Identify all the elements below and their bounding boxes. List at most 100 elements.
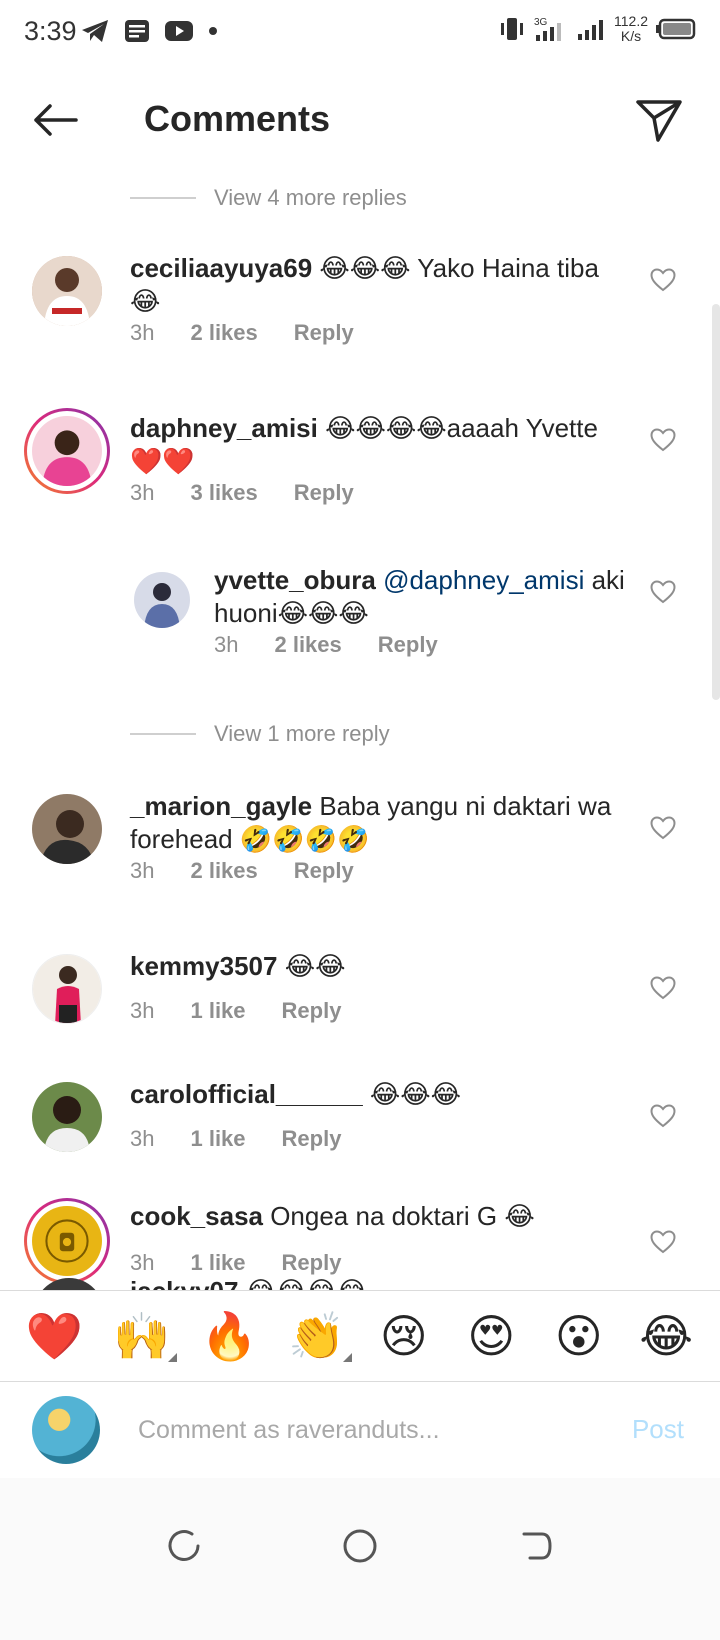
status-left-icons — [80, 18, 218, 44]
comment-item: _marion_gayle Baba yangu ni daktari wa f… — [0, 780, 720, 900]
telegram-icon — [82, 20, 108, 42]
emoji-heart-eyes[interactable]: 😍 — [463, 1309, 519, 1363]
comment-meta: 3h 1 like Reply — [130, 998, 341, 1024]
comment-text: carolofficial______ 😂😂😂 — [130, 1078, 610, 1111]
battery-icon — [656, 18, 696, 40]
avatar[interactable] — [32, 1082, 102, 1152]
avatar-image — [33, 955, 101, 1023]
comment-likes[interactable]: 1 like — [190, 998, 245, 1024]
comment-username[interactable]: ceciliaayuya69 — [130, 253, 312, 283]
avatar[interactable] — [134, 572, 190, 628]
youtube-icon — [165, 21, 193, 41]
skin-tone-indicator — [343, 1352, 353, 1362]
comment-likes[interactable]: 3 likes — [190, 480, 257, 506]
heart-icon[interactable] — [650, 976, 676, 1000]
avatar-image — [134, 572, 190, 628]
comment-composer: Post — [0, 1382, 720, 1478]
comment-meta: 3h 2 likes Reply — [130, 858, 354, 884]
reply-button[interactable]: Reply — [282, 1126, 342, 1152]
comment-username[interactable]: kemmy3507 — [130, 951, 277, 981]
comment-text: kemmy3507 😂😂 — [130, 950, 610, 983]
comment-text: ceciliaayuya69 😂😂😂 Yako Haina tiba😂 — [130, 252, 620, 318]
avatar[interactable] — [24, 408, 110, 494]
heart-icon[interactable] — [650, 1104, 676, 1128]
comment-time: 3h — [130, 480, 155, 505]
clipped-comment: jackyy07 😂😂😂😂 — [0, 1270, 720, 1290]
comment-username[interactable]: _marion_gayle — [130, 791, 312, 821]
scrollbar[interactable] — [712, 304, 720, 700]
heart-icon[interactable] — [650, 580, 676, 604]
avatar[interactable] — [32, 954, 102, 1024]
comment-body: 😂😂 — [277, 951, 346, 981]
comment-body: Ongea na doktari G 😂 — [262, 1201, 535, 1231]
emoji-fire[interactable]: 🔥 — [201, 1309, 258, 1364]
emoji-raising-hands-glyph: 🙌 — [113, 1308, 171, 1363]
avatar-image — [32, 794, 102, 864]
comment-item: ceciliaayuya69 😂😂😂 Yako Haina tiba😂 3h 2… — [0, 244, 720, 364]
avatar[interactable] — [34, 1278, 104, 1290]
reply-button[interactable]: Reply — [294, 320, 354, 346]
comment-likes[interactable]: 2 likes — [190, 320, 257, 346]
comment-likes[interactable]: 2 likes — [190, 858, 257, 884]
comment-likes[interactable]: 1 like — [190, 1126, 245, 1152]
emoji-raising-hands[interactable]: 🙌 — [113, 1308, 178, 1364]
skin-tone-indicator — [168, 1352, 178, 1362]
reply-item: yvette_obura @daphney_amisi aki huoni😂😂😂… — [0, 564, 720, 684]
signal-icon — [578, 20, 603, 40]
net-speed: 112.2 K/s — [614, 14, 648, 44]
view-more-replies-label: View 4 more replies — [214, 185, 407, 210]
comment-body: 😂😂😂 — [362, 1079, 462, 1109]
comment-item: kemmy3507 😂😂 3h 1 like Reply — [0, 944, 720, 1044]
emoji-red-heart[interactable]: ❤️ — [26, 1309, 83, 1364]
emoji-clapping-hands-glyph: 👏 — [288, 1308, 346, 1363]
comment-username[interactable]: daphney_amisi — [130, 413, 318, 443]
current-user-avatar — [32, 1396, 100, 1464]
heart-icon[interactable] — [650, 428, 676, 452]
emoji-crying-face[interactable]: 😢 — [376, 1309, 432, 1363]
status-time: 3:39 — [24, 16, 77, 46]
avatar-image — [32, 256, 102, 326]
avatar[interactable] — [32, 794, 102, 864]
emoji-reaction-bar: ❤️ 🙌 🔥 👏 😢 😍 😮 😂 — [0, 1290, 720, 1382]
comment-time: 3h — [130, 1126, 155, 1151]
heart-icon[interactable] — [650, 268, 676, 292]
comment-item: daphney_amisi 😂😂😂😂aaaah Yvette ❤️❤️ 3h 3… — [0, 404, 720, 524]
reply-button[interactable]: Reply — [294, 858, 354, 884]
vibrate-icon — [501, 18, 523, 40]
net-speed-value: 112.2 — [614, 13, 648, 29]
comment-time: 3h — [214, 632, 239, 657]
home-icon[interactable] — [340, 1526, 380, 1566]
svg-text:3G: 3G — [534, 17, 548, 28]
news-icon — [125, 20, 149, 42]
status-right-icons: 3G 112.2 K/s — [498, 14, 696, 44]
comment-username[interactable]: yvette_obura — [214, 565, 376, 595]
view-more-replies-button[interactable]: View 4 more replies — [130, 178, 407, 218]
comment-text: daphney_amisi 😂😂😂😂aaaah Yvette ❤️❤️ — [130, 412, 620, 478]
back-icon[interactable] — [516, 1526, 556, 1566]
view-more-replies-button[interactable]: View 1 more reply — [130, 714, 390, 754]
dot-icon — [209, 27, 217, 35]
emoji-clapping-hands[interactable]: 👏 — [288, 1308, 353, 1364]
avatar[interactable] — [32, 256, 102, 326]
reply-button[interactable]: Reply — [378, 632, 438, 658]
status-bar: 3:39 3G 112.2 K/s — [0, 0, 720, 66]
comment-username[interactable]: cook_sasa — [130, 1201, 263, 1231]
comment-username[interactable]: carolofficial______ — [130, 1079, 363, 1109]
emoji-surprised-face[interactable]: 😮 — [551, 1309, 607, 1363]
comment-mention[interactable]: @daphney_amisi — [376, 565, 584, 595]
comment-item: carolofficial______ 😂😂😂 3h 1 like Reply — [0, 1072, 720, 1172]
comment-likes[interactable]: 2 likes — [274, 632, 341, 658]
post-button[interactable]: Post — [632, 1414, 684, 1445]
back-arrow-icon[interactable] — [30, 100, 80, 140]
send-icon[interactable] — [634, 96, 684, 144]
recent-apps-icon[interactable] — [164, 1526, 204, 1566]
heart-icon[interactable] — [650, 1230, 676, 1254]
reply-button[interactable]: Reply — [294, 480, 354, 506]
comment-time: 3h — [130, 858, 155, 883]
reply-button[interactable]: Reply — [282, 998, 342, 1024]
system-navigation-bar — [0, 1478, 720, 1640]
header: Comments — [0, 80, 720, 160]
heart-icon[interactable] — [650, 816, 676, 840]
comment-input[interactable] — [138, 1412, 558, 1448]
emoji-tears-of-joy[interactable]: 😂 — [638, 1309, 694, 1363]
